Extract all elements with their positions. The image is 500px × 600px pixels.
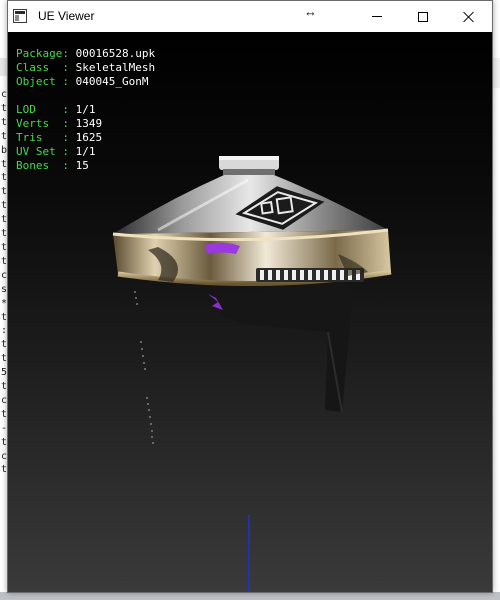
hat-knob [219,156,279,175]
uvset-label: UV Set : [16,145,69,158]
background-right-edge [492,58,500,88]
package-label: Package: [16,47,69,60]
purple-accent [205,242,240,254]
package-value: 00016528.upk [75,47,156,60]
object-value: 040045_GonM [75,75,149,88]
bones-value: 15 [75,159,89,172]
3d-viewport[interactable]: Package: 00016528.upk Class : SkeletalMe… [8,32,492,592]
minimize-button[interactable] [354,1,400,32]
close-icon [463,11,475,23]
uvset-value: 1/1 [75,145,96,158]
verts-value: 1349 [75,117,103,130]
title-bar[interactable]: UE Viewer ↔ [8,1,492,32]
app-icon[interactable] [13,9,27,23]
class-value: SkeletalMesh [75,61,156,74]
class-label: Class : [16,61,69,74]
maximize-button[interactable] [400,1,446,32]
object-label: Object : [16,75,69,88]
ue-viewer-window: UE Viewer ↔ Package: 00016528.upk Class … [7,0,493,593]
minimize-icon [372,16,382,17]
tris-label: Tris : [16,131,69,144]
move-cursor-icon: ↔ [304,4,317,19]
window-title: UE Viewer [38,9,95,23]
close-button[interactable] [446,1,492,32]
bones-label: Bones : [16,159,69,172]
lod-label: LOD : [16,103,69,116]
hat-strap [220,277,353,412]
tris-value: 1625 [75,131,103,144]
verts-label: Verts : [16,117,69,130]
mesh-stats-block: LOD : 1/1 Verts : 1349 Tris : 1625 UV Se… [16,103,102,173]
mesh-info-block: Package: 00016528.upk Class : SkeletalMe… [16,47,155,89]
maximize-icon [418,11,428,22]
taskbar-strip [0,592,500,600]
lod-value: 1/1 [75,103,96,116]
string-dots [134,291,154,444]
